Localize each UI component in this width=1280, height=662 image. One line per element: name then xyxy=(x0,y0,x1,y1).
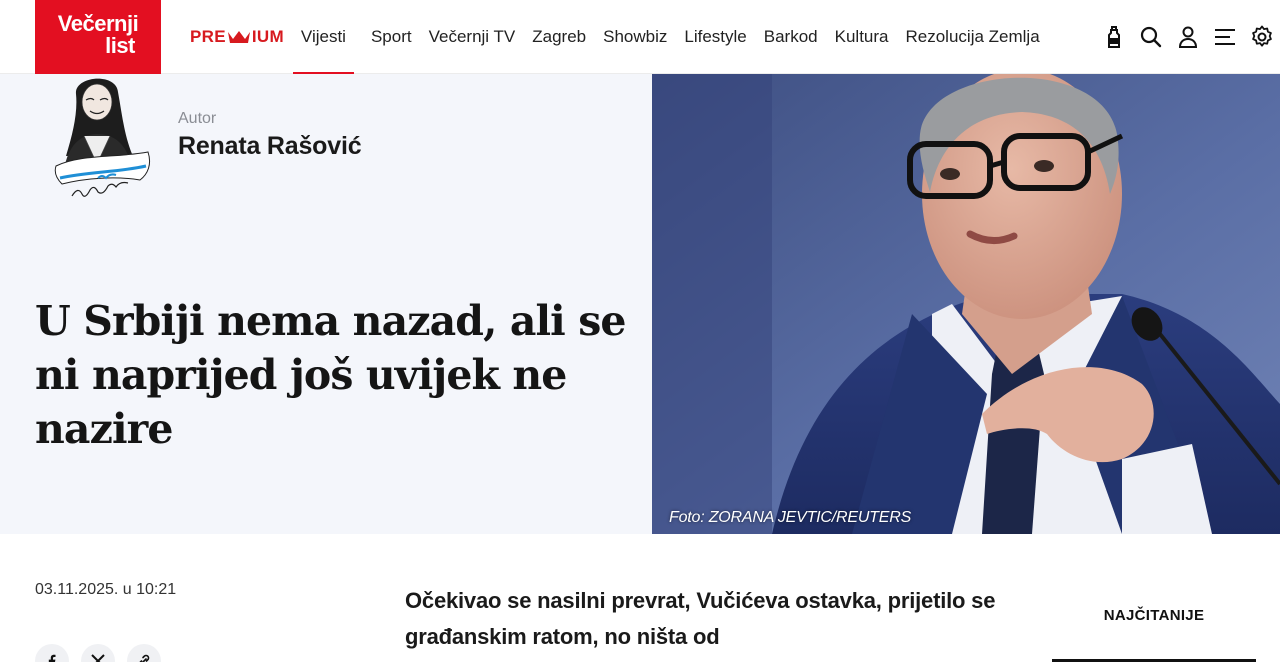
menu-icon[interactable] xyxy=(1206,19,1243,56)
nav-item-kultura[interactable]: Kultura xyxy=(835,0,889,74)
header-tools xyxy=(1095,0,1280,74)
user-icon[interactable] xyxy=(1169,19,1206,56)
link-icon[interactable] xyxy=(127,644,161,662)
site-header: Večernji list PRE IUM Vijesti Sport Veče… xyxy=(0,0,1280,74)
premium-prefix: PRE xyxy=(190,27,226,46)
logo-line-1: Večernji xyxy=(57,11,139,36)
nav-item-sport[interactable]: Sport xyxy=(371,0,412,74)
nav-item-showbiz[interactable]: Showbiz xyxy=(603,0,667,74)
gear-icon[interactable] xyxy=(1243,19,1280,56)
nav-item-rezolucija-zemlja[interactable]: Rezolucija Zemlja xyxy=(906,0,1040,74)
article-headline: U Srbiji nema nazad, ali se ni naprijed … xyxy=(35,297,626,453)
nav-item-premium[interactable]: PRE IUM xyxy=(190,0,284,74)
nav-item-barkod[interactable]: Barkod xyxy=(764,0,818,74)
nav-item-lifestyle[interactable]: Lifestyle xyxy=(684,0,746,74)
share-bar xyxy=(35,644,161,662)
nav-item-vijesti[interactable]: Vijesti xyxy=(292,0,355,74)
photo-credit: Foto: ZORANA JEVTIC/REUTERS xyxy=(669,509,912,526)
search-icon[interactable] xyxy=(1132,19,1169,56)
most-read-title: NAJČITANIJE xyxy=(1103,607,1205,624)
site-logo[interactable]: Večernji list xyxy=(35,0,161,74)
article-hero: Autor Renata Rašović U Srbiji nema nazad… xyxy=(0,74,652,534)
x-icon[interactable] xyxy=(81,644,115,662)
most-read-widget: NAJČITANIJE xyxy=(1052,595,1256,662)
bottle-icon[interactable] xyxy=(1095,19,1132,56)
facebook-icon[interactable] xyxy=(35,644,69,662)
article-date: 03.11.2025. u 10:21 xyxy=(35,581,177,598)
main-nav: PRE IUM Vijesti Sport Večernji TV Zagreb… xyxy=(190,0,1057,74)
article-lead: Očekivao se nasilni prevrat, Vučićeva os… xyxy=(405,588,996,649)
logo-line-2: list xyxy=(105,33,135,58)
nav-item-vecernji-tv[interactable]: Večernji TV xyxy=(429,0,516,74)
author-role: Autor xyxy=(178,110,217,127)
premium-suffix: IUM xyxy=(251,27,284,46)
crown-icon xyxy=(227,31,250,43)
portrait-illustration xyxy=(652,74,1280,534)
article-main-photo[interactable] xyxy=(652,74,1280,534)
author-name[interactable]: Renata Rašović xyxy=(178,132,362,161)
nav-item-zagreb[interactable]: Zagreb xyxy=(532,0,586,74)
author-portrait[interactable] xyxy=(36,74,160,212)
